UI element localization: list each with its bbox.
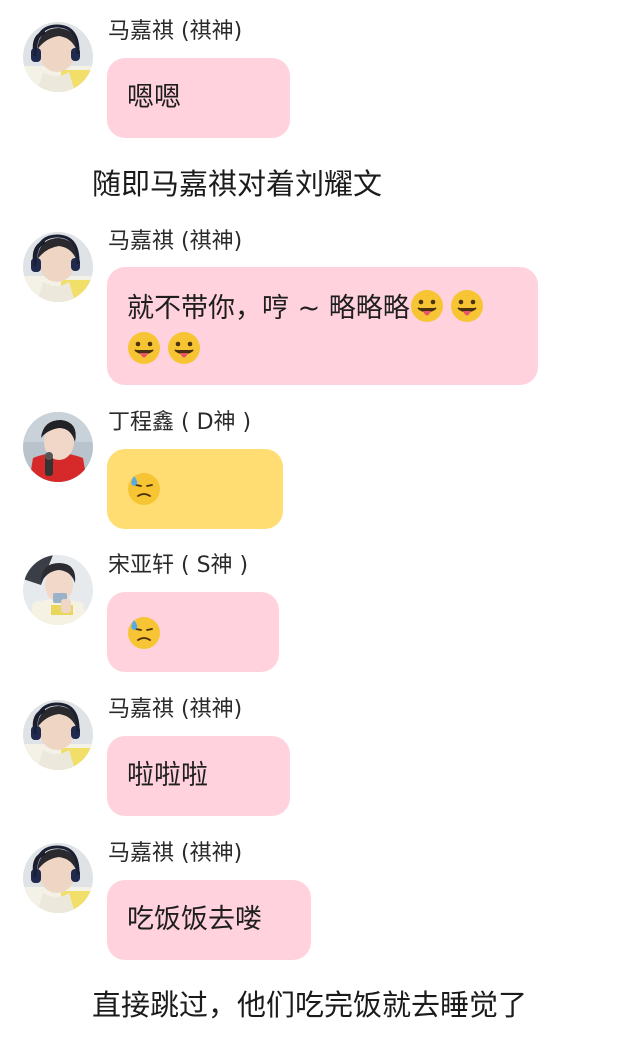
- tongue-out-emoji: [450, 289, 484, 323]
- tongue-out-emoji: [127, 331, 161, 365]
- chat-bubble[interactable]: 嗯嗯: [107, 58, 290, 138]
- avatar-songyaxuan-image: [23, 555, 93, 625]
- sender-name: 马嘉祺 (祺神): [108, 841, 243, 866]
- avatar-songyaxuan[interactable]: [23, 555, 93, 625]
- avatar-majiaqi-image: [23, 232, 93, 302]
- sender-name: 马嘉祺 (祺神): [108, 697, 243, 722]
- avatar-dingchengxin-image: [23, 412, 93, 482]
- tongue-out-emoji: [167, 331, 201, 365]
- avatar-majiaqi[interactable]: [23, 232, 93, 302]
- sender-name: 马嘉祺 (祺神): [108, 229, 243, 254]
- narration-text: 直接跳过，他们吃完饭就去睡觉了: [92, 988, 528, 1022]
- avatar-majiaqi[interactable]: [23, 700, 93, 770]
- chat-bubble[interactable]: 就不带你，哼 ~ 略略略: [107, 267, 538, 385]
- chat-bubble[interactable]: [107, 592, 279, 672]
- avatar-majiaqi-image: [23, 843, 93, 913]
- avatar-majiaqi-image: [23, 700, 93, 770]
- bubble-line: 就不带你，哼 ~ 略略略: [127, 289, 484, 328]
- avatar-dingchengxin[interactable]: [23, 412, 93, 482]
- downcast-sweat-emoji: [127, 616, 161, 650]
- chat-bubble[interactable]: 吃饭饭去喽: [107, 880, 311, 960]
- bubble-text: 啦啦啦: [127, 760, 208, 791]
- bubble-line: [127, 331, 201, 370]
- narration-text: 随即马嘉祺对着刘耀文: [92, 167, 383, 201]
- tongue-out-emoji: [410, 289, 444, 323]
- downcast-sweat-emoji: [127, 472, 161, 506]
- chat-bubble[interactable]: [107, 449, 283, 529]
- sender-name: 丁程鑫 ( D神 ): [108, 410, 252, 435]
- bubble-text: 就不带你，哼 ~ 略略略: [127, 293, 410, 324]
- avatar-majiaqi[interactable]: [23, 22, 93, 92]
- avatar-majiaqi[interactable]: [23, 843, 93, 913]
- sender-name: 宋亚轩 ( S神 ): [108, 553, 249, 578]
- chat-bubble[interactable]: 啦啦啦: [107, 736, 290, 816]
- avatar-majiaqi-image: [23, 22, 93, 92]
- bubble-text: 嗯嗯: [127, 82, 181, 113]
- bubble-text: 吃饭饭去喽: [127, 904, 262, 935]
- sender-name: 马嘉祺 (祺神): [108, 19, 243, 44]
